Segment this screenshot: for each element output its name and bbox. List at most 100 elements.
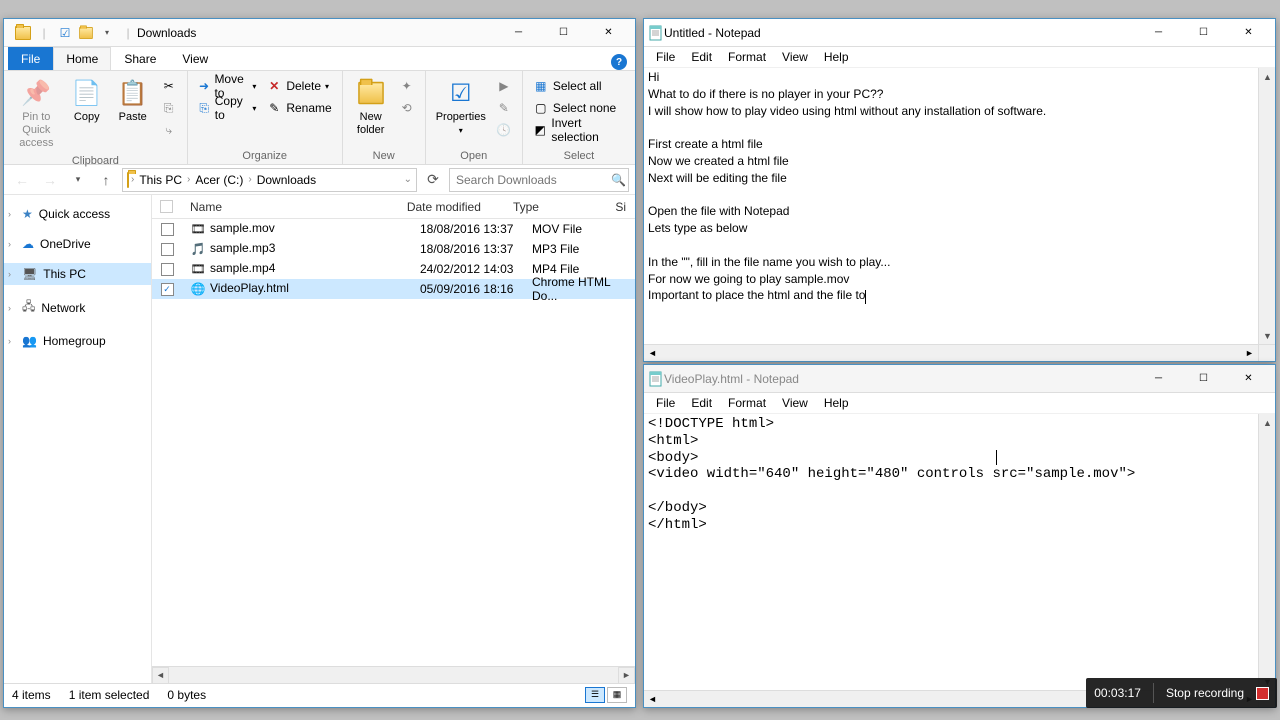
file-name[interactable]: 🎞sample.mov: [182, 221, 412, 237]
column-date[interactable]: Date modified: [399, 200, 505, 214]
nav-quick-access[interactable]: ›★Quick access: [4, 203, 151, 225]
qat-properties-icon[interactable]: ☑: [56, 24, 74, 42]
scroll-left-icon[interactable]: ◄: [644, 691, 661, 707]
chevron-right-icon[interactable]: ›: [187, 174, 190, 185]
rename-button[interactable]: ✎Rename: [262, 97, 335, 119]
details-view-button[interactable]: ☰: [585, 687, 605, 703]
notepad-titlebar[interactable]: VideoPlay.html - Notepad ─ ☐ ✕: [644, 365, 1275, 393]
explorer-titlebar[interactable]: | ☑ ▾ | Downloads ─ ☐ ✕: [4, 19, 635, 47]
row-checkbox[interactable]: [152, 223, 182, 236]
properties-button[interactable]: ☑ Properties: [432, 75, 490, 139]
text-area[interactable]: <!DOCTYPE html> <html> <body> <video wid…: [644, 414, 1258, 690]
checkbox-column[interactable]: [152, 200, 182, 213]
scroll-down-icon[interactable]: ▼: [1259, 327, 1275, 344]
qat-dropdown-icon[interactable]: ▾: [98, 24, 116, 42]
text-area[interactable]: Hi What to do if there is no player in y…: [644, 68, 1258, 344]
menu-edit[interactable]: Edit: [683, 48, 720, 66]
scroll-right-icon[interactable]: ►: [618, 667, 635, 684]
addr-dropdown-icon[interactable]: ⌄: [404, 174, 412, 185]
search-icon[interactable]: 🔍: [611, 173, 626, 187]
scroll-right-icon[interactable]: ►: [1241, 345, 1258, 361]
address-bar[interactable]: › This PC › Acer (C:) › Downloads ⌄: [122, 168, 417, 192]
back-button[interactable]: ←: [10, 168, 34, 192]
tab-home[interactable]: Home: [53, 47, 111, 70]
forward-button[interactable]: →: [38, 168, 62, 192]
menu-view[interactable]: View: [774, 394, 816, 412]
nav-network[interactable]: ›🖧Network: [4, 293, 151, 322]
easy-access-button[interactable]: ⟲: [395, 97, 419, 119]
maximize-button[interactable]: ☐: [1181, 366, 1226, 392]
column-type[interactable]: Type: [505, 200, 607, 214]
new-item-button[interactable]: ✦: [395, 75, 419, 97]
pin-quick-access-button[interactable]: 📌 Pin to Quick access: [10, 75, 63, 153]
minimize-button[interactable]: ─: [1136, 20, 1181, 46]
new-folder-button[interactable]: New folder: [349, 75, 393, 139]
expand-icon[interactable]: ›: [8, 269, 11, 279]
nav-onedrive[interactable]: ›☁OneDrive: [4, 233, 151, 255]
breadcrumb[interactable]: This PC: [136, 173, 185, 187]
menu-format[interactable]: Format: [720, 48, 774, 66]
history-button[interactable]: 🕓: [492, 119, 516, 141]
qat-newfolder-icon[interactable]: [77, 24, 95, 42]
minimize-button[interactable]: ─: [1136, 366, 1181, 392]
column-size[interactable]: Si: [607, 200, 635, 214]
copy-to-button[interactable]: ⎘Copy to: [194, 97, 261, 119]
scroll-left-icon[interactable]: ◄: [152, 667, 169, 684]
scroll-up-icon[interactable]: ▲: [1259, 68, 1275, 85]
file-row[interactable]: 🎞sample.mov18/08/2016 13:37MOV File: [152, 219, 635, 239]
menu-file[interactable]: File: [648, 48, 683, 66]
row-checkbox[interactable]: [152, 263, 182, 276]
breadcrumb[interactable]: Downloads: [254, 173, 319, 187]
file-name[interactable]: 🌐VideoPlay.html: [182, 281, 412, 297]
chevron-right-icon[interactable]: ›: [248, 174, 251, 185]
refresh-button[interactable]: ⟳: [421, 168, 445, 192]
menu-help[interactable]: Help: [816, 394, 857, 412]
paste-shortcut-button[interactable]: ⤷: [157, 119, 181, 141]
open-button[interactable]: ▶: [492, 75, 516, 97]
icons-view-button[interactable]: ▦: [607, 687, 627, 703]
expand-icon[interactable]: ›: [8, 239, 11, 249]
select-all-button[interactable]: ▦Select all: [529, 75, 629, 97]
file-row[interactable]: ✓🌐VideoPlay.html05/09/2016 18:16Chrome H…: [152, 279, 635, 299]
scroll-up-icon[interactable]: ▲: [1259, 414, 1275, 431]
chevron-right-icon[interactable]: ›: [131, 174, 134, 185]
expand-icon[interactable]: ›: [8, 336, 11, 346]
close-button[interactable]: ✕: [1226, 366, 1271, 392]
nav-this-pc[interactable]: ›🖥This PC: [4, 263, 151, 285]
stop-recording-button[interactable]: [1256, 687, 1269, 700]
up-button[interactable]: ↑: [94, 168, 118, 192]
menu-help[interactable]: Help: [816, 48, 857, 66]
edit-button[interactable]: ✎: [492, 97, 516, 119]
paste-button[interactable]: 📋 Paste: [111, 75, 155, 126]
file-name[interactable]: 🎵sample.mp3: [182, 241, 412, 257]
invert-selection-button[interactable]: ◩Invert selection: [529, 119, 629, 141]
copy-path-button[interactable]: ⎘: [157, 97, 181, 119]
tab-file[interactable]: File: [8, 47, 53, 70]
menu-file[interactable]: File: [648, 394, 683, 412]
maximize-button[interactable]: ☐: [541, 20, 586, 46]
help-icon[interactable]: ?: [611, 54, 627, 70]
vertical-scrollbar[interactable]: ▲ ▼: [1258, 68, 1275, 344]
file-name[interactable]: 🎞sample.mp4: [182, 261, 412, 277]
horizontal-scrollbar[interactable]: ◄ ►: [152, 666, 635, 683]
tab-share[interactable]: Share: [111, 47, 169, 70]
copy-button[interactable]: 📄 Copy: [65, 75, 109, 126]
cut-button[interactable]: [157, 75, 181, 97]
minimize-button[interactable]: ─: [496, 20, 541, 46]
search-box[interactable]: 🔍: [449, 168, 629, 192]
expand-icon[interactable]: ›: [8, 303, 11, 313]
scroll-left-icon[interactable]: ◄: [644, 345, 661, 361]
nav-homegroup[interactable]: ›👥Homegroup: [4, 330, 151, 352]
notepad-titlebar[interactable]: Untitled - Notepad ─ ☐ ✕: [644, 19, 1275, 47]
close-button[interactable]: ✕: [586, 20, 631, 46]
column-name[interactable]: Name: [182, 200, 399, 214]
menu-format[interactable]: Format: [720, 394, 774, 412]
recent-locations-button[interactable]: ▾: [66, 168, 90, 192]
menu-view[interactable]: View: [774, 48, 816, 66]
expand-icon[interactable]: ›: [8, 209, 11, 219]
breadcrumb[interactable]: Acer (C:): [192, 173, 246, 187]
menu-edit[interactable]: Edit: [683, 394, 720, 412]
row-checkbox[interactable]: [152, 243, 182, 256]
horizontal-scrollbar[interactable]: ◄ ►: [644, 344, 1275, 361]
delete-button[interactable]: ✕Delete: [262, 75, 335, 97]
